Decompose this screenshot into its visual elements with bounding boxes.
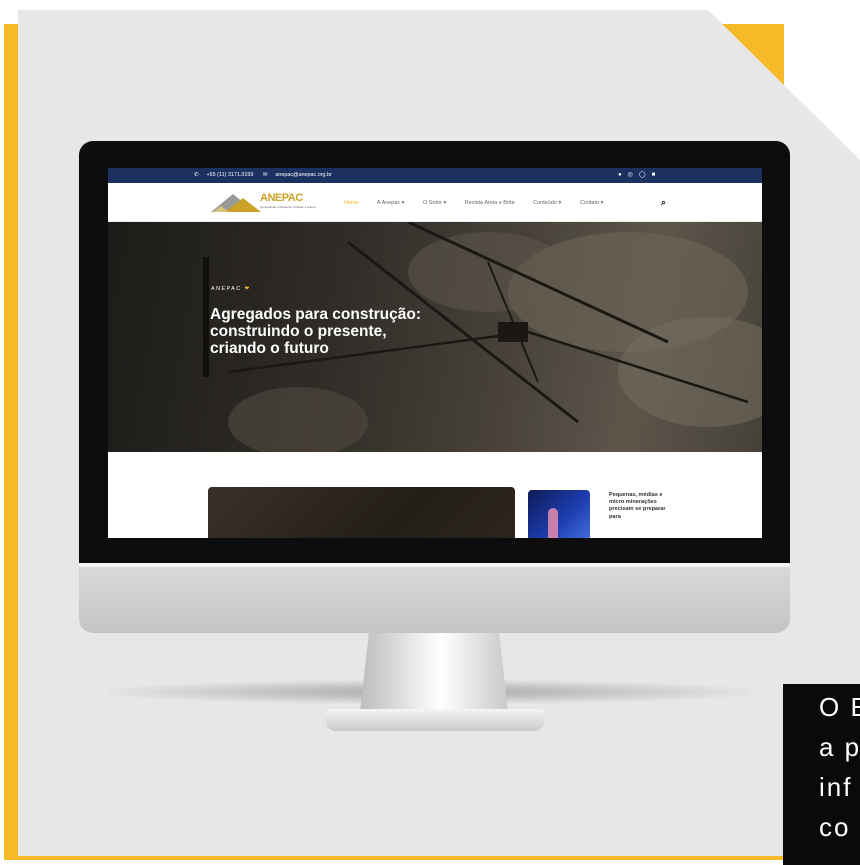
phone-number[interactable]: +55 (11) 3171.0159: [207, 172, 254, 178]
phone-icon: ✆: [194, 172, 199, 178]
nav-item-conteudo[interactable]: Conteúdo ▾: [533, 200, 561, 206]
nav-item-home[interactable]: Home: [344, 200, 359, 206]
nav-item-o-setor[interactable]: O Setor ▾: [423, 200, 446, 206]
caption-line: a p: [819, 732, 860, 762]
linkedin-icon[interactable]: ■: [652, 172, 662, 178]
monitor-chin-highlight: [79, 563, 790, 567]
caption-line: O E: [819, 692, 860, 722]
monitor-stand-neck: [360, 633, 508, 711]
caption-box: O E a p inf co: [783, 684, 860, 865]
facebook-icon[interactable]: ●: [618, 172, 628, 178]
contact-topbar: ✆ +55 (11) 3171.0159 ✉ anepac@anepac.org.b…: [108, 168, 762, 183]
monitor-stand-base: [326, 709, 544, 731]
logo-wordmark[interactable]: ANEPAC: [260, 192, 303, 204]
mail-icon: ✉: [262, 172, 268, 178]
speaker-figure: [548, 508, 558, 538]
whatsapp-icon[interactable]: ◯: [639, 172, 652, 178]
nav-item-a-anepac[interactable]: A Anepac ▾: [377, 200, 405, 206]
side-post-title[interactable]: Pequenas, médias e micro minerações prec…: [609, 492, 669, 521]
nav-item-contato[interactable]: Contato ▾: [580, 200, 604, 206]
logo-tagline: Construindo o Presente, Criando o Futuro: [260, 205, 316, 209]
instagram-icon[interactable]: ◎: [628, 172, 639, 178]
side-post-thumbnail[interactable]: [528, 490, 590, 538]
monitor-chin: [79, 563, 790, 633]
email-address[interactable]: anepac@anepac.org.br: [275, 172, 331, 178]
heart-icon: ❤: [244, 286, 251, 292]
hero-eyebrow: ANEPAC ❤: [211, 286, 251, 292]
nav-menu: Home A Anepac ▾ O Setor ▾ Revista Areia …: [344, 200, 620, 206]
caption-line: inf: [819, 772, 853, 802]
featured-post-image[interactable]: [208, 487, 515, 538]
website-screen: ✆ +55 (11) 3171.0159 ✉ anepac@anepac.org.b…: [108, 168, 762, 538]
nav-item-revista[interactable]: Revista Areia e Brita: [465, 200, 515, 206]
caption-line: co: [819, 812, 851, 842]
posts-section: Pequenas, médias e micro minerações prec…: [108, 452, 762, 538]
hero-title: Agregados para construção: construindo o…: [210, 306, 422, 357]
main-navbar: ANEPAC Construindo o Presente, Criando o…: [108, 183, 762, 222]
hero-banner: ANEPAC ❤ Agregados para construção: cons…: [108, 222, 762, 452]
search-icon[interactable]: ⌕: [661, 197, 666, 208]
